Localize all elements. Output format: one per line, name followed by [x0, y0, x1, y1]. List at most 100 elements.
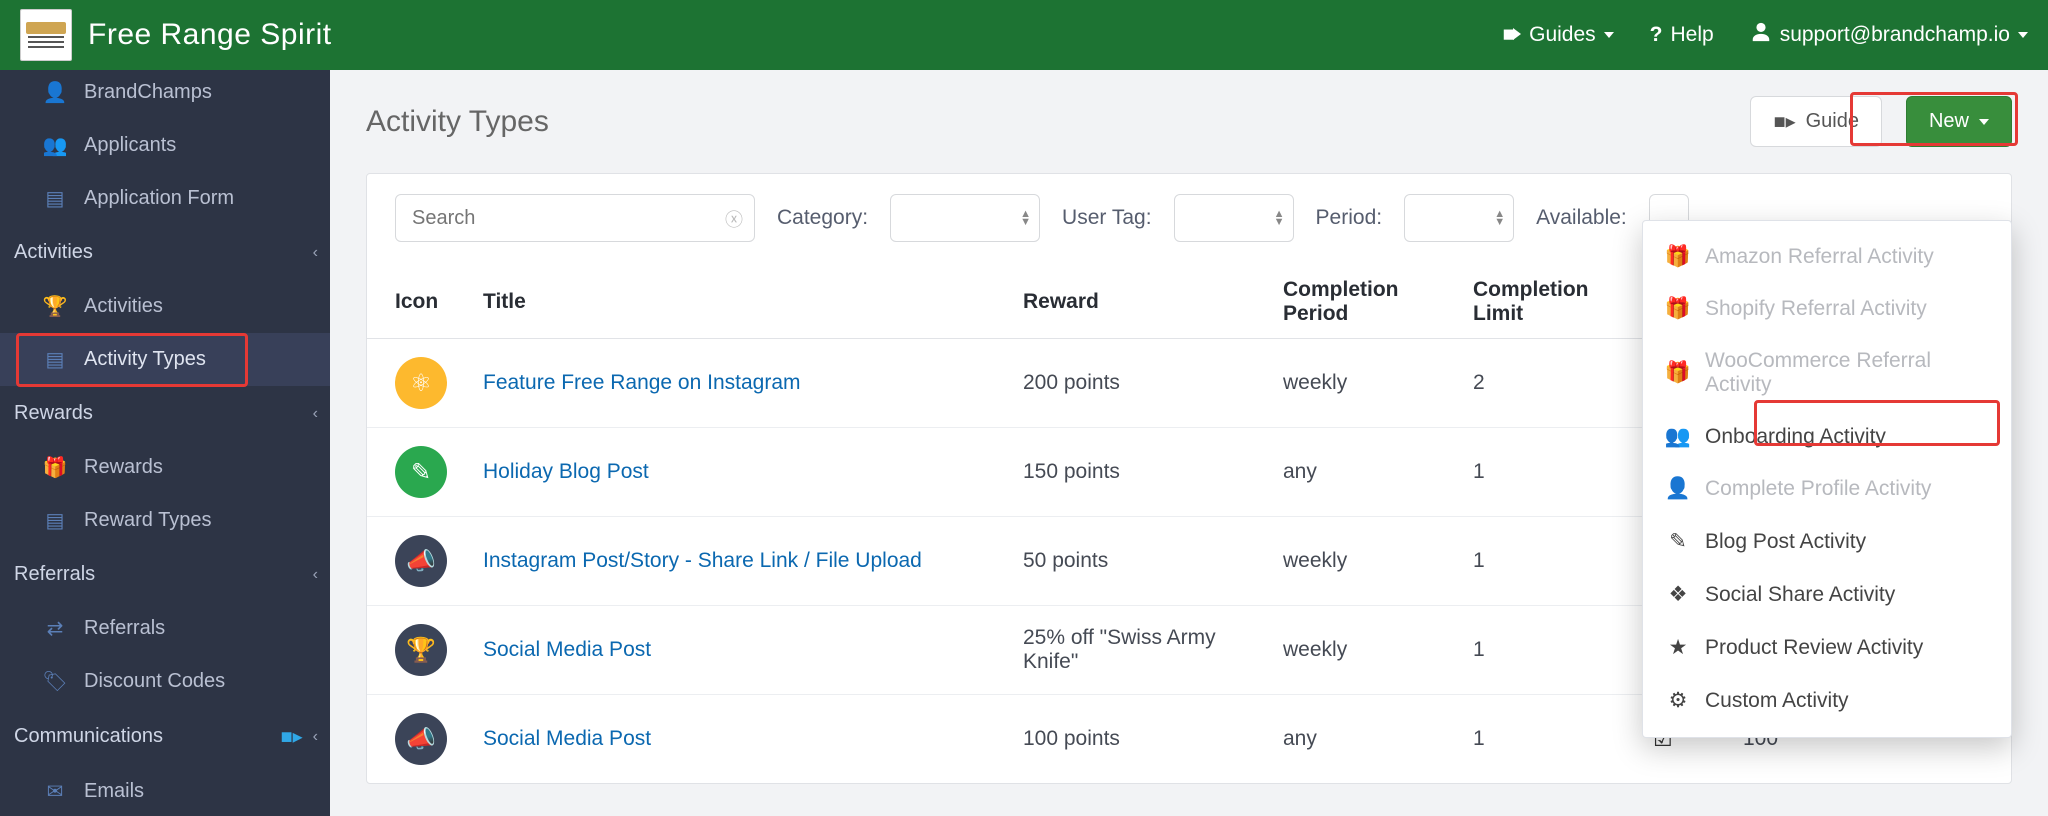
cell-icon: 📣 [367, 517, 465, 606]
cell-icon: ✎ [367, 428, 465, 517]
sidebar: 👤 BrandChamps 👥 Applicants ▤ Application… [0, 70, 330, 816]
guide-button[interactable]: ■▸ Guide [1750, 96, 1882, 147]
period-label: Period: [1316, 206, 1383, 230]
sidebar-item-emails[interactable]: ✉ Emails [0, 765, 330, 816]
user-tag-label: User Tag: [1062, 206, 1152, 230]
cell-reward: 200 points [1005, 339, 1265, 428]
category-label: Category: [777, 206, 868, 230]
guides-menu[interactable]: ■ Guides [1502, 23, 1613, 47]
activity-icon: 🏆 [395, 624, 447, 676]
col-period: Completion Period [1265, 266, 1455, 339]
cell-period: weekly [1265, 517, 1455, 606]
activity-title-link[interactable]: Social Media Post [483, 727, 651, 750]
cell-limit: 1 [1455, 428, 1635, 517]
sidebar-item-brandchamps[interactable]: 👤 BrandChamps [0, 70, 330, 119]
video-icon: ■ [1502, 23, 1521, 47]
dropdown-item-label: Amazon Referral Activity [1705, 245, 1934, 269]
dropdown-item[interactable]: ❖Social Share Activity [1643, 568, 2011, 621]
period-select[interactable]: ▲▼ [1404, 194, 1514, 242]
cell-reward: 50 points [1005, 517, 1265, 606]
user-tag-select[interactable]: ▲▼ [1174, 194, 1294, 242]
list-icon: ▤ [40, 347, 70, 372]
sidebar-item-label: Applicants [84, 134, 176, 157]
dropdown-item-label: Product Review Activity [1705, 636, 1923, 660]
cell-limit: 1 [1455, 695, 1635, 784]
category-select[interactable]: ▲▼ [890, 194, 1040, 242]
chevron-left-icon: ‹ [313, 728, 318, 746]
chevron-left-icon: ‹ [313, 405, 318, 423]
col-reward: Reward [1005, 266, 1265, 339]
dropdown-item-label: WooCommerce Referral Activity [1705, 349, 1987, 397]
sidebar-item-label: Discount Codes [84, 670, 225, 693]
activity-title-link[interactable]: Holiday Blog Post [483, 460, 649, 483]
search-input[interactable] [395, 194, 755, 242]
gift-icon: 🎁 [1667, 361, 1689, 385]
cell-period: any [1265, 695, 1455, 784]
sidebar-item-activity-types[interactable]: ▤ Activity Types [0, 333, 330, 386]
dropdown-item-label: Blog Post Activity [1705, 530, 1866, 554]
sidebar-section-activities[interactable]: Activities ‹ [0, 225, 330, 280]
sidebar-item-referrals[interactable]: ⇄ Referrals [0, 602, 330, 655]
cell-reward: 100 points [1005, 695, 1265, 784]
users-icon: 👥 [40, 133, 70, 158]
exchange-icon: ⇄ [40, 616, 70, 641]
caret-down-icon [2018, 32, 2028, 38]
guides-label: Guides [1529, 23, 1596, 47]
cell-period: weekly [1265, 339, 1455, 428]
sidebar-item-label: BrandChamps [84, 81, 212, 104]
dropdown-item: 🎁 WooCommerce Referral Activity [1643, 335, 2011, 411]
dropdown-item[interactable]: ★Product Review Activity [1643, 621, 2011, 674]
sliders-icon: ⚙ [1667, 688, 1689, 713]
new-button[interactable]: New [1906, 96, 2012, 147]
brand-logo [20, 9, 72, 61]
user-icon: 👤 [1667, 477, 1689, 501]
cell-icon: ⚛ [367, 339, 465, 428]
sidebar-item-reward-types[interactable]: ▤ Reward Types [0, 494, 330, 547]
sidebar-section-communications[interactable]: Communications ■▸ ‹ [0, 708, 330, 765]
cell-title: Instagram Post/Story - Share Link / File… [465, 517, 1005, 606]
activity-title-link[interactable]: Instagram Post/Story - Share Link / File… [483, 549, 922, 572]
sidebar-item-label: Emails [84, 780, 144, 803]
sidebar-item-label: Referrals [84, 617, 165, 640]
dropdown-item[interactable]: ⚙Custom Activity [1643, 674, 2011, 727]
sidebar-item-activities[interactable]: 🏆 Activities [0, 280, 330, 333]
cell-icon: 🏆 [367, 606, 465, 695]
dropdown-item[interactable]: 👥Onboarding Activity [1643, 411, 2011, 463]
available-label: Available: [1536, 206, 1627, 230]
user-menu[interactable]: support@brandchamp.io [1750, 21, 2028, 49]
new-button-label: New [1929, 110, 1969, 133]
cell-title: Social Media Post [465, 695, 1005, 784]
sidebar-section-label: Rewards [14, 402, 93, 425]
clear-icon[interactable]: ⓧ [725, 206, 743, 232]
main-content: Activity Types ■▸ Guide New ⓧ Category: … [330, 70, 2048, 816]
form-icon: ▤ [40, 186, 70, 211]
help-label: Help [1671, 23, 1714, 47]
activity-title-link[interactable]: Social Media Post [483, 638, 651, 661]
tag-icon: 🏷 [40, 669, 70, 694]
video-icon: ■▸ [281, 724, 303, 749]
sidebar-item-application-form[interactable]: ▤ Application Form [0, 172, 330, 225]
dropdown-item-label: Social Share Activity [1705, 583, 1895, 607]
cell-title: Feature Free Range on Instagram [465, 339, 1005, 428]
activity-icon: ⚛ [395, 357, 447, 409]
cell-title: Holiday Blog Post [465, 428, 1005, 517]
cell-limit: 2 [1455, 339, 1635, 428]
gift-icon: 🎁 [1667, 245, 1689, 269]
page-title: Activity Types [366, 105, 549, 139]
caret-down-icon [1604, 32, 1614, 38]
sidebar-item-discount-codes[interactable]: 🏷 Discount Codes [0, 655, 330, 708]
sidebar-item-applicants[interactable]: 👥 Applicants [0, 119, 330, 172]
sidebar-section-referrals[interactable]: Referrals ‹ [0, 547, 330, 602]
help-link[interactable]: ? Help [1650, 23, 1714, 47]
users-icon: 👥 [1667, 425, 1689, 449]
dropdown-item[interactable]: ✎ Blog Post Activity [1643, 515, 2011, 568]
edit-icon: ✎ [1667, 529, 1689, 554]
chevron-left-icon: ‹ [313, 566, 318, 584]
new-dropdown-menu: 🎁Amazon Referral Activity🎁Shopify Referr… [1642, 220, 2012, 738]
list-icon: ▤ [40, 508, 70, 533]
cell-limit: 1 [1455, 517, 1635, 606]
caret-down-icon [1979, 119, 1989, 125]
sidebar-section-rewards[interactable]: Rewards ‹ [0, 386, 330, 441]
activity-title-link[interactable]: Feature Free Range on Instagram [483, 371, 801, 394]
sidebar-item-rewards[interactable]: 🎁 Rewards [0, 441, 330, 494]
